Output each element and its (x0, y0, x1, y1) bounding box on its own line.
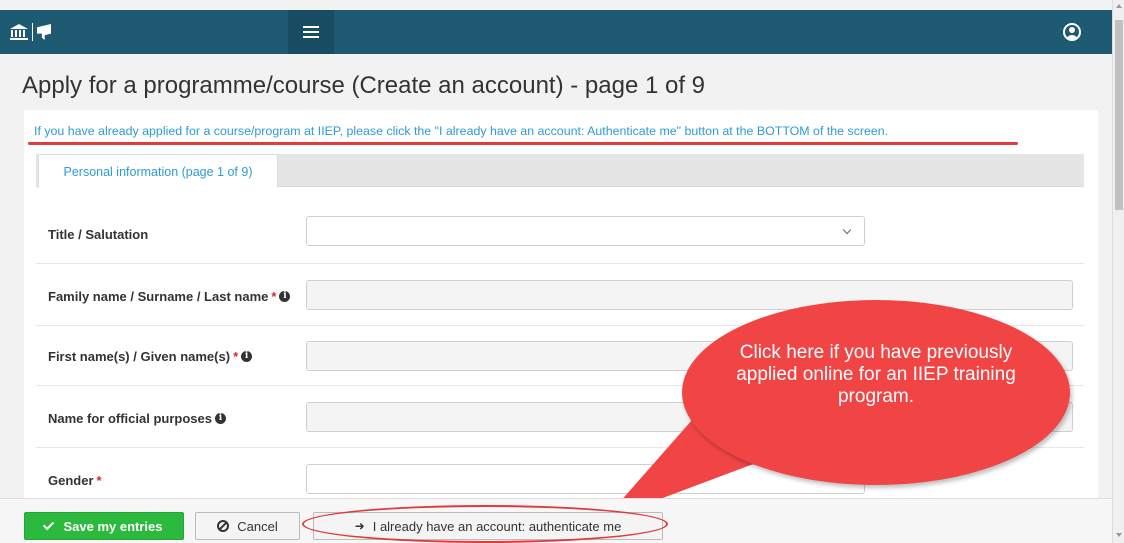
scrollbar-thumb[interactable] (1115, 20, 1123, 210)
unesco-temple-icon (10, 24, 28, 40)
hamburger-menu-icon[interactable] (288, 10, 334, 54)
info-icon[interactable]: i (214, 413, 226, 424)
cancel-button-label: Cancel (237, 518, 278, 534)
field-label: Family name / Surname / Last name * i (48, 289, 291, 304)
scroll-down-arrow-icon[interactable] (1116, 533, 1122, 537)
tab-personal-information[interactable]: Personal information (page 1 of 9) (38, 154, 278, 188)
check-icon (43, 518, 55, 531)
form-row-title: Title / Salutation (36, 204, 1084, 264)
field-label: Name for official purposes i (48, 411, 226, 426)
required-asterisk: * (271, 289, 277, 304)
logo[interactable] (10, 22, 54, 42)
title-salutation-select[interactable] (306, 216, 865, 246)
logo-divider (32, 23, 33, 41)
cancel-button[interactable]: Cancel (195, 512, 300, 540)
info-icon[interactable]: i (279, 291, 291, 302)
callout-text: Click here if you have previously applie… (736, 342, 1016, 407)
save-entries-button[interactable]: Save my entries (24, 512, 184, 540)
user-circle-icon[interactable] (1063, 23, 1081, 41)
field-label: Title / Salutation (48, 227, 149, 242)
iiep-book-icon (37, 24, 51, 40)
page-scrollbar[interactable] (1112, 0, 1124, 543)
annotation-ring (302, 505, 668, 543)
existing-account-notice: If you have already applied for a course… (34, 124, 889, 138)
top-navbar (0, 10, 1112, 54)
annotation-underline (28, 142, 1018, 145)
required-asterisk: * (233, 349, 239, 364)
chevron-down-icon (842, 225, 852, 235)
page-title: Apply for a programme/course (Create an … (22, 72, 706, 99)
required-asterisk: * (96, 473, 102, 488)
scroll-up-arrow-icon[interactable] (1116, 4, 1122, 8)
field-label: First name(s) / Given name(s) * i (48, 349, 253, 364)
field-label: Gender * (48, 473, 102, 488)
family-name-input[interactable] (306, 280, 1073, 310)
ban-icon (217, 520, 230, 532)
save-button-label: Save my entries (63, 518, 163, 534)
info-icon[interactable]: i (241, 351, 253, 362)
